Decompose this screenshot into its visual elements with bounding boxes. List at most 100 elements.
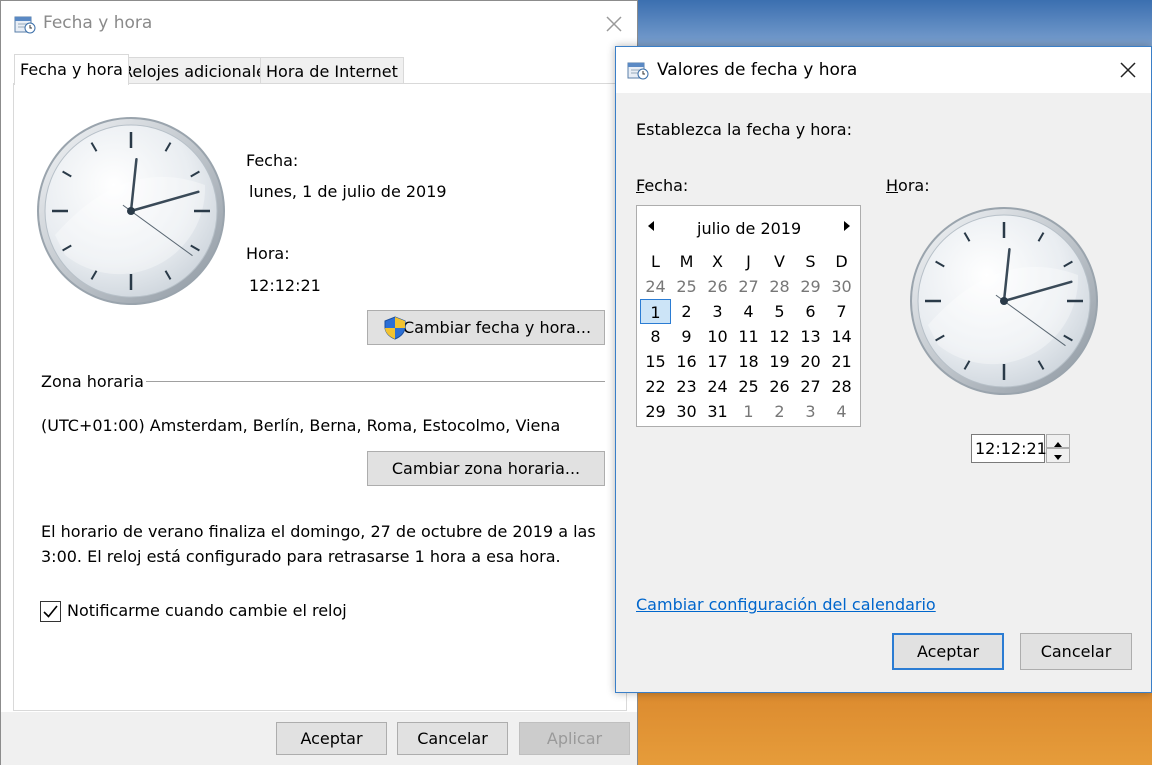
- calendar-day[interactable]: 29: [640, 399, 671, 424]
- section-divider: [146, 381, 605, 382]
- cancel-button[interactable]: Cancelar: [1020, 633, 1132, 670]
- calendar-clock-icon: [14, 16, 36, 34]
- date-value: lunes, 1 de julio de 2019: [249, 182, 447, 201]
- spin-up-button[interactable]: [1046, 434, 1070, 448]
- calendar-day[interactable]: 2: [764, 399, 795, 424]
- button-label: Aceptar: [300, 729, 363, 748]
- calendar-clock-icon: [627, 62, 649, 80]
- instruction-text: Establezca la fecha y hora:: [636, 120, 852, 139]
- ok-button[interactable]: Aceptar: [276, 722, 387, 755]
- calendar-day[interactable]: 30: [671, 399, 702, 424]
- window-title: Fecha y hora: [43, 13, 153, 33]
- calendar-day[interactable]: 27: [795, 374, 826, 399]
- time-spinner: [1046, 434, 1070, 463]
- calendar-day[interactable]: 7: [826, 299, 857, 324]
- time-input[interactable]: 12:12:21: [971, 434, 1047, 463]
- change-timezone-button[interactable]: Cambiar zona horaria...: [367, 451, 605, 486]
- tab-label: Relojes adicionales: [122, 62, 275, 81]
- calendar-day[interactable]: 19: [764, 349, 795, 374]
- weekday-header: D: [835, 252, 848, 271]
- ok-button[interactable]: Aceptar: [892, 633, 1004, 670]
- calendar-day[interactable]: 25: [733, 374, 764, 399]
- calendar-day[interactable]: 26: [702, 274, 733, 299]
- calendar-day[interactable]: 5: [764, 299, 795, 324]
- calendar-day[interactable]: 28: [826, 374, 857, 399]
- clock-center: [1000, 297, 1008, 305]
- notify-checkbox[interactable]: [40, 601, 61, 622]
- calendar-day[interactable]: 21: [826, 349, 857, 374]
- close-icon[interactable]: [1113, 55, 1143, 85]
- timezone-section-title: Zona horaria: [41, 372, 144, 391]
- calendar-day[interactable]: 17: [702, 349, 733, 374]
- button-label: Aceptar: [916, 642, 980, 661]
- calendar-day[interactable]: 1: [733, 399, 764, 424]
- weekday-header: V: [774, 252, 785, 271]
- calendar-day[interactable]: 20: [795, 349, 826, 374]
- calendar-day[interactable]: 12: [764, 324, 795, 349]
- calendar-day[interactable]: 24: [702, 374, 733, 399]
- date-label: Fecha:: [636, 176, 689, 195]
- calendar-day[interactable]: 6: [795, 299, 826, 324]
- notify-checkbox-label[interactable]: Notificarme cuando cambie el reloj: [67, 601, 347, 620]
- button-label: Cancelar: [417, 729, 488, 748]
- calendar-day[interactable]: 8: [640, 324, 671, 349]
- tab-hora-de-internet[interactable]: Hora de Internet: [260, 57, 404, 84]
- tab-fecha-y-hora[interactable]: Fecha y hora: [14, 54, 129, 85]
- button-label: Cambiar fecha y hora...: [402, 318, 592, 337]
- weekday-header: L: [651, 252, 660, 271]
- calendar-day[interactable]: 11: [733, 324, 764, 349]
- close-icon[interactable]: [599, 9, 629, 39]
- cancel-button[interactable]: Cancelar: [397, 722, 508, 755]
- prev-month-icon[interactable]: [647, 221, 655, 231]
- next-month-icon[interactable]: [843, 221, 851, 231]
- change-datetime-button[interactable]: Cambiar fecha y hora...: [367, 310, 605, 345]
- calendar-day[interactable]: 4: [826, 399, 857, 424]
- button-label: Aplicar: [546, 729, 603, 748]
- calendar-day[interactable]: 1: [640, 299, 671, 324]
- calendar-day[interactable]: 15: [640, 349, 671, 374]
- calendar-day[interactable]: 25: [671, 274, 702, 299]
- weekday-header: M: [679, 252, 694, 271]
- calendar-day[interactable]: 10: [702, 324, 733, 349]
- dialog-title: Valores de fecha y hora: [657, 60, 858, 80]
- clock-center: [127, 207, 135, 215]
- calendar-day[interactable]: 13: [795, 324, 826, 349]
- dialog-title-bar[interactable]: Valores de fecha y hora: [616, 47, 1151, 93]
- calendar-day[interactable]: 29: [795, 274, 826, 299]
- calendar-day[interactable]: 27: [733, 274, 764, 299]
- title-bar[interactable]: Fecha y hora: [1, 1, 637, 46]
- button-label: Cancelar: [1040, 642, 1112, 661]
- calendar-day[interactable]: 31: [702, 399, 733, 424]
- calendar-day[interactable]: 30: [826, 274, 857, 299]
- tab-label: Hora de Internet: [266, 62, 398, 81]
- calendar-month-title[interactable]: julio de 2019: [697, 219, 801, 238]
- calendar-day[interactable]: 3: [795, 399, 826, 424]
- calendar-settings-link[interactable]: Cambiar configuración del calendario: [636, 595, 936, 614]
- calendar-day[interactable]: 28: [764, 274, 795, 299]
- spin-down-icon: [1054, 455, 1062, 460]
- tab-label: Fecha y hora: [20, 60, 123, 79]
- datetime-settings-dialog: Valores de fecha y hora Establezca la fe…: [615, 46, 1152, 693]
- month-calendar[interactable]: julio de 2019 L M X J V S D 24 25 26 27 28 29 30 1 2 3 4 5…: [636, 205, 861, 427]
- calendar-day[interactable]: 18: [733, 349, 764, 374]
- calendar-day[interactable]: 4: [733, 299, 764, 324]
- calendar-day[interactable]: 22: [640, 374, 671, 399]
- analog-clock: [910, 207, 1098, 395]
- tab-relojes-adicionales[interactable]: Relojes adicionales: [116, 57, 281, 84]
- calendar-day[interactable]: 3: [702, 299, 733, 324]
- date-label: Fecha:: [246, 151, 299, 170]
- analog-clock: [37, 117, 225, 305]
- calendar-day[interactable]: 26: [764, 374, 795, 399]
- spin-down-button[interactable]: [1046, 448, 1070, 463]
- calendar-day[interactable]: 23: [671, 374, 702, 399]
- calendar-day[interactable]: 2: [671, 299, 702, 324]
- shield-icon: [384, 316, 406, 340]
- dst-info-line1: El horario de verano finaliza el domingo…: [41, 522, 596, 541]
- checkmark-icon: [43, 605, 58, 618]
- calendar-day[interactable]: 14: [826, 324, 857, 349]
- calendar-day[interactable]: 24: [640, 274, 671, 299]
- calendar-day[interactable]: 9: [671, 324, 702, 349]
- time-label: Hora:: [246, 244, 290, 263]
- weekday-header: J: [746, 252, 751, 271]
- calendar-day[interactable]: 16: [671, 349, 702, 374]
